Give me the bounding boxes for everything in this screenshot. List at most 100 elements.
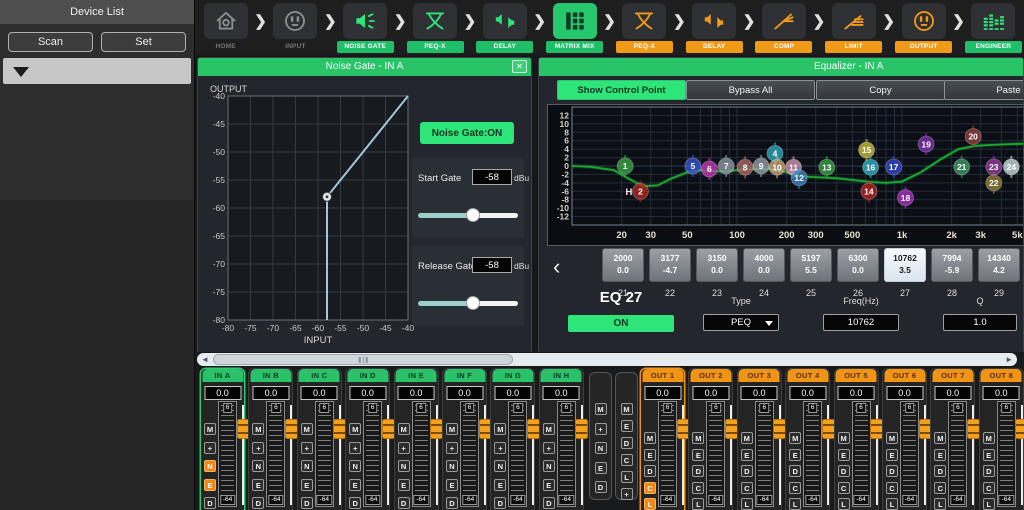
channel-button-e[interactable]: E: [789, 449, 801, 461]
channel-strip-in-g[interactable]: IN G0.0M+NED6-64: [490, 368, 535, 510]
channel-button-c[interactable]: C: [934, 482, 946, 494]
master-button-c[interactable]: C: [621, 454, 633, 466]
toolbar-item-input[interactable]: INPUT: [267, 0, 324, 53]
channel-button-m[interactable]: M: [398, 423, 410, 435]
channel-button-n[interactable]: N: [301, 460, 313, 472]
copy-button[interactable]: Copy: [816, 80, 945, 100]
noise-gate-title-bar[interactable]: Noise Gate - IN A ✕: [198, 58, 531, 76]
toolbar-item-comp[interactable]: COMP: [755, 0, 812, 53]
channel-button-d[interactable]: D: [983, 465, 995, 477]
noise-gate-graph[interactable]: -40-45-50-55-60-65-70-75-80-80-75-70-65-…: [206, 82, 418, 348]
channel-strip-in-h[interactable]: IN H0.0M+NED6-64: [539, 368, 584, 510]
eq-band-cell-25[interactable]: 51975.5: [790, 248, 832, 282]
channel-button-+[interactable]: +: [543, 442, 555, 454]
channel-strip-out-6[interactable]: OUT 60.0MEDCL+6-64: [882, 368, 927, 510]
channel-button-c[interactable]: C: [644, 482, 656, 494]
fader-handle[interactable]: [285, 419, 298, 439]
channel-button-l[interactable]: L: [789, 498, 801, 510]
toolbar-item-matrix-mix[interactable]: MATRIX MIX: [546, 0, 603, 53]
channel-button-d[interactable]: D: [644, 465, 656, 477]
channel-button-e[interactable]: E: [934, 449, 946, 461]
fader-handle[interactable]: [382, 419, 395, 439]
eq-band-cell-21[interactable]: 20000.0: [602, 248, 644, 282]
channel-button-d[interactable]: D: [934, 465, 946, 477]
channel-button-e[interactable]: E: [543, 479, 555, 491]
channel-button-e[interactable]: E: [644, 449, 656, 461]
bypass-all-button[interactable]: Bypass All: [686, 80, 815, 100]
eq-band-cell-22[interactable]: 3177-4.7: [649, 248, 691, 282]
master-strip-2[interactable]: MEDCL+: [615, 372, 638, 500]
channel-button-l[interactable]: L: [934, 498, 946, 510]
channel-button-e[interactable]: E: [692, 449, 704, 461]
equalizer-title-bar[interactable]: Equalizer - IN A: [539, 58, 1023, 76]
channel-strip-in-c[interactable]: IN C0.0M+NED6-64: [297, 368, 342, 510]
channel-button-m[interactable]: M: [838, 432, 850, 444]
channel-strip-out-2[interactable]: OUT 20.0MEDCL+6-64: [688, 368, 733, 510]
toolbar-item-delay-out[interactable]: DELAY: [686, 0, 743, 53]
channel-gain-value[interactable]: 0.0: [252, 386, 289, 400]
channel-button-e[interactable]: E: [983, 449, 995, 461]
channel-button-+[interactable]: +: [349, 442, 361, 454]
channel-button-e[interactable]: E: [252, 479, 264, 491]
master-button-m[interactable]: M: [621, 403, 633, 415]
paste-button[interactable]: Paste: [944, 80, 1024, 100]
channel-gain-value[interactable]: 0.0: [398, 386, 435, 400]
equalizer-graph[interactable]: 1H24567891011121314151617181920212223241…: [547, 104, 1024, 246]
toolbar-item-output[interactable]: OUTPUT: [895, 0, 952, 53]
channel-button-n[interactable]: N: [349, 460, 361, 472]
channel-button-c[interactable]: C: [789, 482, 801, 494]
channel-button-l[interactable]: L: [838, 498, 850, 510]
channel-button-e[interactable]: E: [301, 479, 313, 491]
channel-gain-value[interactable]: 0.0: [838, 386, 875, 400]
device-select-dropdown[interactable]: [3, 58, 191, 84]
channel-strip-out-3[interactable]: OUT 30.0MEDCL+6-64: [737, 368, 782, 510]
close-icon[interactable]: ✕: [512, 60, 527, 73]
slider-handle[interactable]: [466, 208, 480, 222]
channel-button-m[interactable]: M: [983, 432, 995, 444]
channel-button-m[interactable]: M: [934, 432, 946, 444]
channel-button-+[interactable]: +: [252, 442, 264, 454]
channel-button-l[interactable]: L: [741, 498, 753, 510]
channel-button-m[interactable]: M: [252, 423, 264, 435]
channel-button-m[interactable]: M: [789, 432, 801, 444]
channel-button-m[interactable]: M: [446, 423, 458, 435]
slider-handle[interactable]: [466, 296, 480, 310]
channel-button-m[interactable]: M: [886, 432, 898, 444]
channel-button-c[interactable]: C: [983, 482, 995, 494]
channel-button-d[interactable]: D: [741, 465, 753, 477]
fader-handle[interactable]: [1015, 419, 1024, 439]
master-button-n[interactable]: N: [595, 442, 607, 454]
eq-on-button[interactable]: ON: [568, 315, 674, 332]
channel-button-+[interactable]: +: [204, 442, 216, 454]
channel-button-e[interactable]: E: [398, 479, 410, 491]
channel-button-n[interactable]: N: [204, 460, 216, 472]
channel-button-d[interactable]: D: [252, 497, 264, 509]
eq-band-cell-29[interactable]: 143404.2: [978, 248, 1020, 282]
master-button-+[interactable]: +: [595, 423, 607, 435]
fader-handle[interactable]: [725, 419, 738, 439]
channel-strip-out-1[interactable]: OUT 10.0MEDCL+6-64: [640, 368, 685, 510]
channel-strip-out-5[interactable]: OUT 50.0MEDCL+6-64: [834, 368, 879, 510]
channel-gain-value[interactable]: 0.0: [543, 386, 580, 400]
channel-button-d[interactable]: D: [692, 465, 704, 477]
channel-button-l[interactable]: L: [644, 498, 656, 510]
fader-handle[interactable]: [527, 419, 540, 439]
channel-button-m[interactable]: M: [494, 423, 506, 435]
channel-gain-value[interactable]: 0.0: [789, 386, 826, 400]
channel-button-c[interactable]: C: [886, 482, 898, 494]
toolbar-item-engineer[interactable]: ENGINEER: [965, 0, 1022, 53]
channel-button-d[interactable]: D: [789, 465, 801, 477]
channel-button-c[interactable]: C: [692, 482, 704, 494]
toolbar-item-peq-x-out[interactable]: PEQ-X: [616, 0, 673, 53]
channel-strip-out-4[interactable]: OUT 40.0MEDCL+6-64: [785, 368, 830, 510]
eq-band-cell-27[interactable]: 107623.5: [884, 248, 926, 282]
channel-button-n[interactable]: N: [252, 460, 264, 472]
channel-button-l[interactable]: L: [886, 498, 898, 510]
channel-button-m[interactable]: M: [349, 423, 361, 435]
eq-band-cell-26[interactable]: 63000.0: [837, 248, 879, 282]
channel-button-m[interactable]: M: [692, 432, 704, 444]
channel-strip-in-a[interactable]: IN A0.0M+NED6-64: [200, 368, 245, 510]
channel-button-n[interactable]: N: [543, 460, 555, 472]
master-strip-1[interactable]: M+NED: [589, 372, 612, 500]
toolbar-item-delay-in[interactable]: DELAY: [476, 0, 533, 53]
